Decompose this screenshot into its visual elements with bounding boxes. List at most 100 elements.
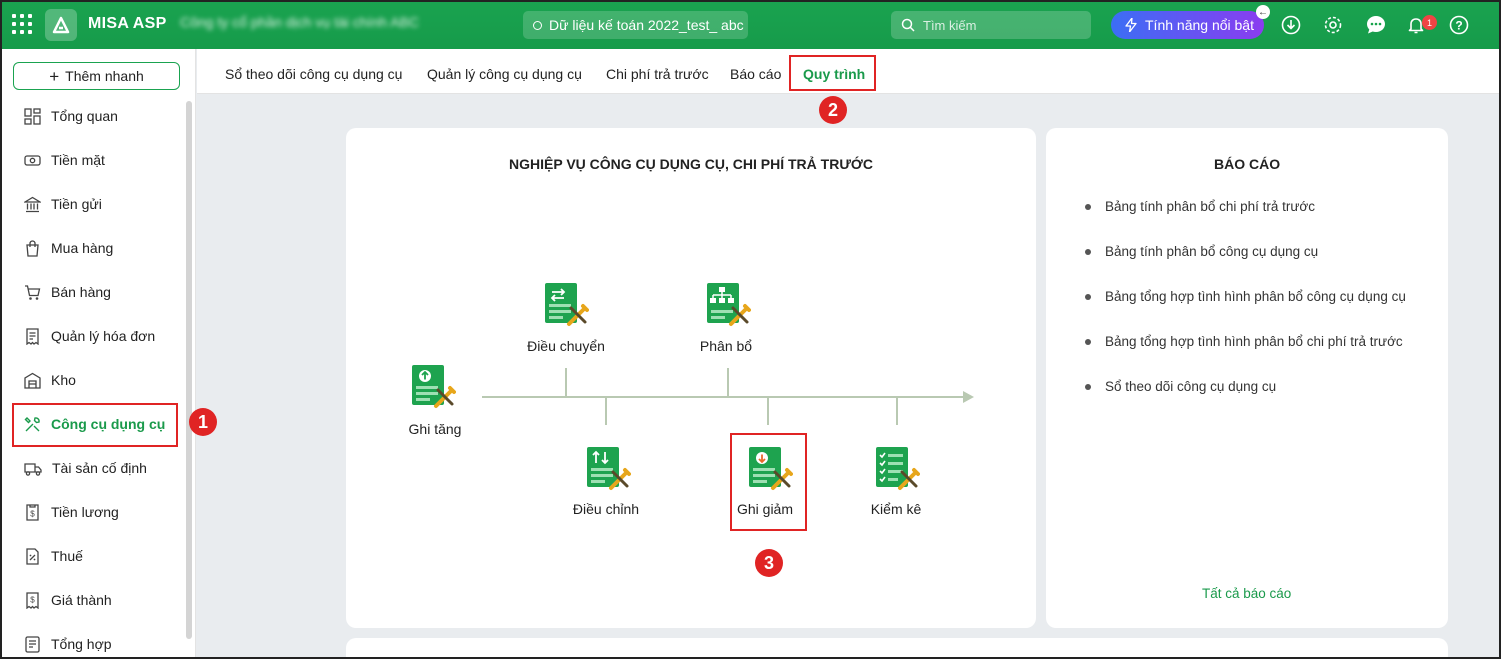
company-name[interactable]: Công ty cổ phần dịch vụ tài chính ABC: [180, 14, 505, 34]
ghi-tang-icon[interactable]: [410, 364, 456, 410]
sidebar-item-kho[interactable]: Kho: [14, 360, 177, 400]
sidebar-item-tien-mat[interactable]: Tiền mặt: [14, 140, 177, 180]
ghi-tang-label[interactable]: Ghi tăng: [375, 421, 495, 437]
sidebar-item-tien-luong[interactable]: $ Tiền lương: [14, 492, 177, 532]
sidebar-item-label: Bán hàng: [51, 284, 111, 300]
step-marker-1: 1: [189, 408, 217, 436]
report-link-label: Sổ theo dõi công cụ dụng cụ: [1105, 379, 1277, 394]
timeline-connector: [896, 397, 898, 425]
sidebar-item-label: Tài sản cố định: [52, 460, 147, 476]
cash-icon: [24, 154, 41, 166]
tab-so-theo-doi-ccdc[interactable]: Sổ theo dõi công cụ dụng cụ: [225, 66, 402, 82]
tab-chi-phi-tra-truoc[interactable]: Chi phí trả trước: [606, 66, 709, 82]
plus-icon: +: [49, 66, 60, 86]
download-icon[interactable]: [1280, 14, 1302, 36]
lightning-icon: [1125, 18, 1137, 32]
bullet-icon: [1085, 338, 1091, 345]
svg-text:?: ?: [1455, 19, 1462, 33]
report-link[interactable]: Bảng tính phân bổ chi phí trả trước: [1085, 199, 1315, 214]
dataset-status-icon: [533, 20, 542, 30]
sidebar-item-cong-cu-dung-cu[interactable]: Công cụ dụng cụ: [14, 404, 177, 444]
feature-label: Tính năng nổi bật: [1145, 17, 1254, 33]
report-link[interactable]: Bảng tổng hợp tình hình phân bổ chi phí …: [1085, 334, 1403, 349]
bullet-icon: [1085, 248, 1091, 255]
kiem-ke-label[interactable]: Kiểm kê: [836, 501, 956, 517]
sidebar-item-label: Mua hàng: [51, 240, 114, 256]
cost-icon: $: [26, 591, 39, 609]
svg-text:$: $: [30, 509, 35, 518]
gear-icon[interactable]: [1322, 14, 1344, 36]
quick-add-button[interactable]: + Thêm nhanh: [13, 62, 180, 90]
sidebar-item-quan-ly-hoa-don[interactable]: Quản lý hóa đơn: [14, 316, 177, 356]
search-placeholder: Tìm kiếm: [923, 17, 977, 33]
sidebar-item-label: Giá thành: [51, 592, 112, 608]
tab-quan-ly-ccdc[interactable]: Quản lý công cụ dụng cụ: [427, 66, 582, 82]
phan-bo-label[interactable]: Phân bổ: [666, 338, 786, 354]
payroll-icon: $: [26, 503, 39, 521]
search-icon: [901, 18, 915, 32]
sidebar-item-tong-hop[interactable]: Tổng hợp: [14, 624, 177, 659]
bullet-icon: [1085, 203, 1091, 210]
bullet-icon: [1085, 293, 1091, 300]
dataset-selector[interactable]: Dữ liệu kế toán 2022_test_ abc: [523, 11, 748, 39]
report-link[interactable]: Bảng tổng hợp tình hình phân bổ công cụ …: [1085, 289, 1406, 304]
report-link-label: Bảng tính phân bổ chi phí trả trước: [1105, 199, 1316, 214]
chat-icon[interactable]: [1365, 14, 1387, 36]
feature-highlight-button[interactable]: Tính năng nổi bật: [1111, 11, 1264, 39]
report-link-label: Bảng tổng hợp tình hình phân bổ công cụ …: [1105, 289, 1406, 304]
sidebar-item-gia-thanh[interactable]: $ Giá thành: [14, 580, 177, 620]
truck-icon: [24, 462, 42, 476]
sidebar-item-mua-hang[interactable]: Mua hàng: [14, 228, 177, 268]
help-icon[interactable]: ?: [1448, 14, 1470, 36]
dieu-chuyen-label[interactable]: Điều chuyển: [506, 338, 626, 354]
workflow-title: NGHIỆP VỤ CÔNG CỤ DỤNG CỤ, CHI PHÍ TRẢ T…: [509, 156, 873, 172]
tax-icon: [26, 547, 39, 565]
tab-bao-cao[interactable]: Báo cáo: [730, 66, 781, 82]
step-marker-2: 2: [819, 96, 847, 124]
summary-icon: [25, 635, 40, 653]
dieu-chinh-label[interactable]: Điều chỉnh: [546, 501, 666, 517]
timeline-connector: [565, 368, 567, 396]
bank-icon: [24, 196, 41, 212]
sidebar-scrollbar[interactable]: [186, 101, 192, 639]
report-link[interactable]: Sổ theo dõi công cụ dụng cụ: [1085, 379, 1276, 394]
tab-quy-trinh[interactable]: Quy trình: [803, 66, 865, 82]
warehouse-icon: [24, 372, 41, 389]
svg-text:$: $: [30, 595, 35, 604]
notification-badge: 1: [1422, 15, 1437, 30]
dieu-chuyen-icon[interactable]: [543, 282, 589, 328]
back-arrow-icon[interactable]: ←: [1256, 5, 1270, 19]
shopping-bag-icon: [26, 239, 39, 257]
sidebar-item-label: Tổng hợp: [51, 636, 112, 652]
kiem-ke-icon[interactable]: [874, 446, 920, 492]
sidebar-item-label: Kho: [51, 372, 76, 388]
quick-add-label: Thêm nhanh: [65, 68, 144, 84]
sidebar-item-tong-quan[interactable]: Tổng quan: [14, 96, 177, 136]
sidebar-item-tien-gui[interactable]: Tiền gửi: [14, 184, 177, 224]
report-link[interactable]: Bảng tính phân bổ công cụ dụng cụ: [1085, 244, 1318, 259]
timeline-connector: [767, 397, 769, 425]
sidebar-item-thue[interactable]: Thuế: [14, 536, 177, 576]
top-bar: MISA ASP Công ty cổ phần dịch vụ tài chí…: [0, 0, 1501, 49]
sidebar-item-label: Tiền lương: [51, 504, 119, 520]
ghi-giam-label[interactable]: Ghi giảm: [705, 501, 825, 517]
sidebar-item-label: Tiền mặt: [51, 152, 105, 168]
sidebar-item-label: Tiền gửi: [51, 196, 102, 212]
report-link-label: Bảng tính phân bổ công cụ dụng cụ: [1105, 244, 1319, 259]
dashboard-icon: [24, 107, 41, 125]
brand-name: MISA ASP: [88, 15, 167, 32]
all-reports-link[interactable]: Tất cả báo cáo: [1202, 586, 1291, 601]
phan-bo-icon[interactable]: [705, 282, 751, 328]
sidebar-item-ban-hang[interactable]: Bán hàng: [14, 272, 177, 312]
misa-logo-icon: [45, 9, 77, 41]
report-link-label: Bảng tổng hợp tình hình phân bổ chi phí …: [1105, 334, 1403, 349]
search-input[interactable]: Tìm kiếm: [891, 11, 1091, 39]
reports-title: BÁO CÁO: [1214, 156, 1281, 172]
ghi-giam-icon[interactable]: [747, 446, 793, 492]
dieu-chinh-icon[interactable]: [585, 446, 631, 492]
bullet-icon: [1085, 383, 1091, 390]
tools-icon: [24, 416, 40, 431]
lower-card: [346, 638, 1448, 659]
sidebar-item-tai-san-co-dinh[interactable]: Tài sản cố định: [14, 448, 177, 488]
app-grid-icon[interactable]: [12, 14, 32, 34]
